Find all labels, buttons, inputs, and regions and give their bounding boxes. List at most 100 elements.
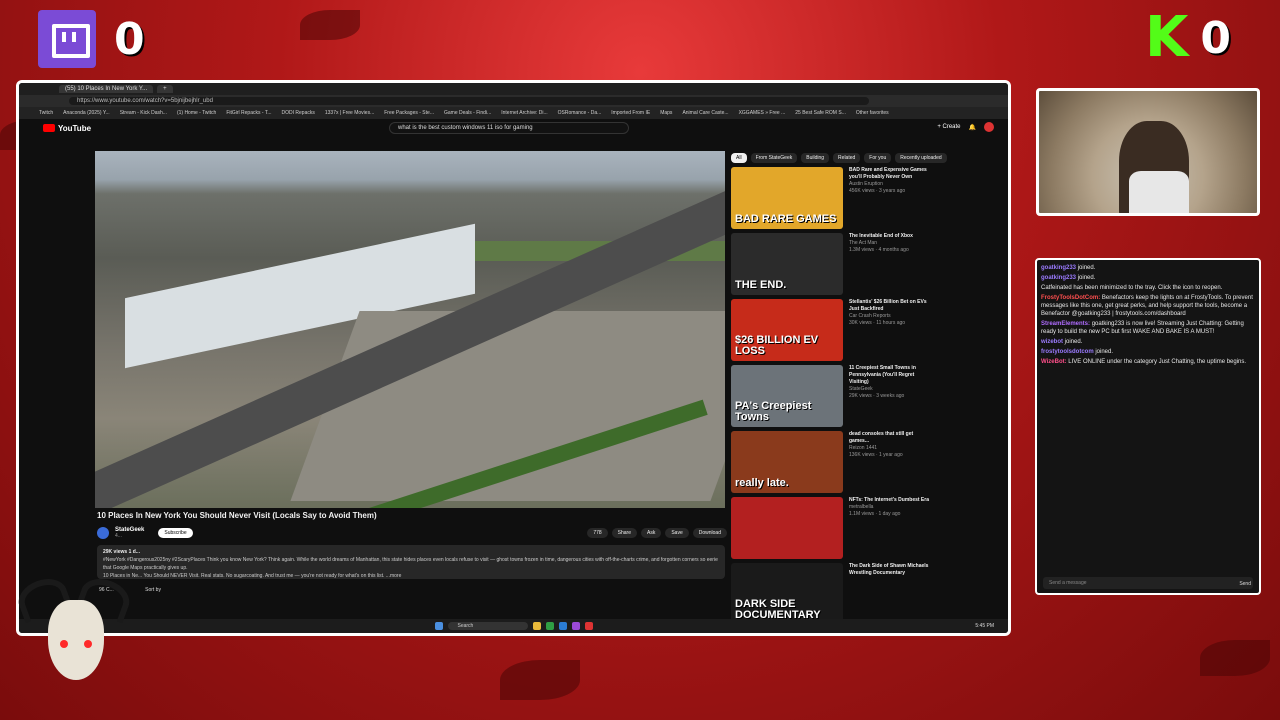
background-leaf [1200,640,1270,676]
bookmark-item[interactable]: Maps [660,110,672,116]
chat-username[interactable]: frostytoolsdotcom [1041,349,1094,355]
chat-text: joined. [1064,339,1083,345]
recommendation-meta: 456K views · 3 years ago [849,188,906,194]
video-description[interactable]: 29K views 1 d... #NewYork #Dangerous2025… [97,545,725,579]
recommendation-thumbnail[interactable]: DARK SIDE DOCUMENTARY [731,563,843,625]
eye-icon [60,640,68,648]
bookmark-item[interactable]: Imported From IE [611,110,650,116]
recommendation-item[interactable]: DARK SIDE DOCUMENTARY The Dark Side of Sh… [731,563,1001,625]
recommendation-item[interactable]: really late. dead consoles that still get… [731,431,1001,493]
new-tab-button[interactable]: + [157,85,173,93]
recommendation-item[interactable]: THE END. The Inevitable End of Xbox The Ac… [731,233,1001,295]
chat-username[interactable]: wizebot [1041,339,1063,345]
chat-username[interactable]: goatking233 [1041,275,1076,281]
recommendation-title[interactable]: Stellantis' $26 Billion Bet on EVs Just … [849,299,934,313]
bookmark-item[interactable]: (1) Home - Twitch [177,110,216,116]
browser-tab-active[interactable]: (55) 10 Places In New York Y... [59,85,154,93]
kick-logo-icon: K [1145,5,1189,70]
recommendation-item[interactable]: $26 BILLION EV LOSS Stellantis' $26 Billi… [731,299,1001,361]
thumbnail-text: PA's Creepiest Towns [735,400,812,423]
browser-icon[interactable] [558,622,567,630]
recommendation-channel: The Act Man [849,240,878,246]
save-button[interactable]: Save [665,528,689,538]
bookmark-item[interactable]: Animal Care Caste... [682,110,728,116]
url-field[interactable]: https://www.youtube.com/watch?v=5bjnijbe… [69,97,869,105]
store-icon[interactable] [571,622,580,630]
bookmark-item[interactable]: Twitch [39,110,53,116]
channel-avatar[interactable] [97,527,109,539]
recommendation-thumbnail[interactable]: really late. [731,431,843,493]
bookmark-item[interactable]: 25 Best Safe ROM S... [795,110,846,116]
app-icon[interactable] [584,622,593,630]
video-player[interactable] [95,151,725,508]
bookmark-item[interactable]: Free Packages - Ste... [384,110,434,116]
recommendation-thumbnail[interactable]: $26 BILLION EV LOSS [731,299,843,361]
search-input[interactable]: what is the best custom windows 11 iso f… [389,122,629,134]
subscribe-button[interactable]: Subscribe [158,528,193,538]
recommendation-item[interactable]: PA's Creepiest Towns 11 Creepiest Small T… [731,365,1001,427]
recommendation-meta: 136K views · 1 year ago [849,452,903,458]
thumbnail-text: THE END. [735,279,787,291]
recommendation-item[interactable]: BAD RARE GAMES BAD Rare and Expensive Gam… [731,167,1001,229]
recommendation-title[interactable]: dead consoles that still get games... [849,431,934,445]
recommendation-title[interactable]: NFTs: The Internet's Dumbest Era [849,497,934,504]
recommendation-channel: Car Crash Reports [849,313,891,319]
taskbar-clock: 5:45 PM [975,623,994,629]
taskbar-search[interactable]: Search [447,622,528,630]
recommendation-thumbnail[interactable]: BAD RARE GAMES [731,167,843,229]
filter-chip[interactable]: Recently uploaded [895,153,947,163]
bookmark-item[interactable]: OSRomance - Da... [558,110,602,116]
xbox-icon[interactable] [545,622,554,630]
youtube-logo[interactable]: YouTube [43,124,91,133]
create-button[interactable]: + Create [937,124,960,130]
bookmark-item[interactable]: FitGirl Repacks - T... [226,110,271,116]
bookmark-item[interactable]: Stream - Kick Dash... [120,110,167,116]
bookmark-item[interactable]: 1337x | Free Movies... [325,110,374,116]
chat-message: goatking233 joined. [1041,274,1255,282]
chat-message: WizeBot: LIVE ONLINE under the category … [1041,358,1255,366]
filter-chip[interactable]: Building [801,153,830,163]
twitch-score: 0 [114,13,145,65]
chat-username[interactable]: WizeBot: [1041,359,1067,365]
description-line: 10 Places in Ne... You Should NEVER Visi… [103,573,402,579]
chat-input[interactable]: Send a message [1043,577,1253,589]
recommendation-title[interactable]: The Inevitable End of Xbox [849,233,934,240]
chat-username[interactable]: StreamElements: [1041,321,1090,327]
sort-button[interactable]: Sort by [145,587,161,593]
recommendation-title[interactable]: The Dark Side of Shawn Michaels Wrestlin… [849,563,934,577]
chat-username[interactable]: FrostyToolsDotCom: [1041,295,1100,301]
bookmark-item[interactable]: DODI Repacks [282,110,315,116]
account-avatar[interactable] [984,122,994,132]
ask-button[interactable]: Ask [641,528,662,538]
recommendation-thumbnail[interactable]: PA's Creepiest Towns [731,365,843,427]
like-button[interactable]: 778 [587,528,608,538]
bookmark-item[interactable]: XGGAMES » Free ... [739,110,786,116]
recommendation-info: 11 Creepiest Small Towns in Pennsylvania… [849,365,934,427]
file-explorer-icon[interactable] [532,622,541,630]
filter-chip[interactable]: From StateGeek [750,153,798,163]
start-icon[interactable] [434,622,443,630]
recommendation-title[interactable]: BAD Rare and Expensive Games you'll Prob… [849,167,934,181]
youtube-logo-text: YouTube [58,123,92,133]
filter-chip[interactable]: All [731,153,747,163]
recommendation-item[interactable]: NFTs: The Internet's Dumbest Era metralbe… [731,497,1001,559]
recommendation-title[interactable]: 11 Creepiest Small Towns in Pennsylvania… [849,365,934,386]
bookmark-item[interactable]: Other favorites [856,110,889,116]
bookmark-item[interactable]: Game Deals - Findi... [444,110,491,116]
bookmark-item[interactable]: Internet Archive: Di... [501,110,547,116]
kick-score-panel: K 0 [1145,10,1231,66]
share-button[interactable]: Share [611,528,637,538]
send-button[interactable]: Send [1239,581,1251,587]
filter-chip[interactable]: Related [833,153,861,163]
recommendation-thumbnail[interactable] [731,497,843,559]
download-button[interactable]: Download [692,528,727,538]
header-actions: + Create 🔔 [937,122,994,132]
recommendation-thumbnail[interactable]: THE END. [731,233,843,295]
chat-username[interactable]: goatking233 [1041,265,1076,271]
notifications-icon[interactable]: 🔔 [969,124,976,131]
address-bar: https://www.youtube.com/watch?v=5bjnijbe… [19,95,1008,107]
tab-bar: (55) 10 Places In New York Y... + [19,83,1008,95]
filter-chip[interactable]: For you [864,153,892,163]
description-line: #NewYork #Dangerous2025ny #2ScaryPlaces … [103,557,718,571]
bookmark-item[interactable]: Anaconda (2025) Y... [63,110,110,116]
